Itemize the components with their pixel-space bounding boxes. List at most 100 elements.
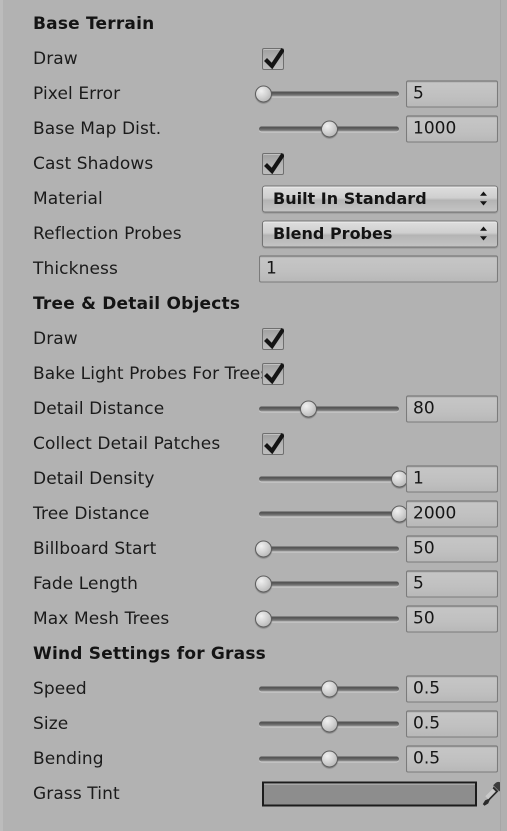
row-bending: Bending 0.5 xyxy=(3,741,503,776)
label-thickness: Thickness xyxy=(33,258,118,279)
value-text: 50 xyxy=(413,608,435,629)
dropdown-value: Built In Standard xyxy=(273,189,427,208)
slider-track[interactable] xyxy=(259,91,399,96)
slider-fade-length[interactable] xyxy=(255,574,399,594)
section-heading-base-terrain: Base Terrain xyxy=(3,6,503,41)
chevron-updown-icon xyxy=(479,191,488,207)
value-text: 5 xyxy=(413,83,424,104)
check-icon xyxy=(264,327,284,349)
label-bending: Bending xyxy=(33,748,104,769)
label-bake-light-probes-for-trees: Bake Light Probes For Trees xyxy=(33,363,265,384)
slider-size[interactable] xyxy=(259,714,399,734)
row-speed: Speed 0.5 xyxy=(3,671,503,706)
value-text: 5 xyxy=(413,573,424,594)
slider-knob[interactable] xyxy=(321,120,338,137)
slider-track[interactable] xyxy=(259,476,399,481)
chevron-updown-icon xyxy=(479,226,488,242)
slider-base-map-dist[interactable] xyxy=(259,119,399,139)
row-bake-light-probes-for-trees: Bake Light Probes For Trees xyxy=(3,356,503,391)
value-text: 1 xyxy=(266,258,277,279)
label-pixel-error: Pixel Error xyxy=(33,83,121,104)
panel-right-edge xyxy=(500,0,507,831)
value-field-fade-length[interactable]: 5 xyxy=(406,570,498,597)
checkbox-draw[interactable] xyxy=(262,327,284,350)
value-text: 50 xyxy=(413,538,435,559)
row-max-mesh-trees: Max Mesh Trees 50 xyxy=(3,601,503,636)
slider-track[interactable] xyxy=(259,406,399,411)
value-text: 2000 xyxy=(413,503,457,524)
value-field-pixel-error[interactable]: 5 xyxy=(406,80,498,107)
slider-detail-distance[interactable] xyxy=(259,399,399,419)
slider-bending[interactable] xyxy=(259,749,399,769)
dropdown-reflection-probes[interactable]: Blend Probes xyxy=(262,220,498,247)
row-cast-shadows: Cast Shadows xyxy=(3,146,503,181)
slider-pixel-error[interactable] xyxy=(255,84,399,104)
value-field-size[interactable]: 0.5 xyxy=(406,710,498,737)
slider-track[interactable] xyxy=(259,546,399,551)
row-collect-detail-patches: Collect Detail Patches xyxy=(3,426,503,461)
section-heading-tree-detail-objects: Tree & Detail Objects xyxy=(3,286,503,321)
value-text: 0.5 xyxy=(413,713,441,734)
label-grass-tint: Grass Tint xyxy=(33,783,120,804)
slider-tree-distance[interactable] xyxy=(259,504,408,524)
label-detail-distance: Detail Distance xyxy=(33,398,165,419)
label-detail-density: Detail Density xyxy=(33,468,155,489)
value-field-base-map-dist[interactable]: 1000 xyxy=(406,115,498,142)
slider-track[interactable] xyxy=(259,511,399,516)
slider-track[interactable] xyxy=(259,616,399,621)
slider-knob[interactable] xyxy=(321,750,338,767)
dropdown-value: Blend Probes xyxy=(273,224,393,243)
slider-knob[interactable] xyxy=(300,400,317,417)
row-grass-tint: Grass Tint xyxy=(3,776,503,811)
row-billboard-start: Billboard Start 50 xyxy=(3,531,503,566)
slider-max-mesh-trees[interactable] xyxy=(255,609,399,629)
row-draw: Draw xyxy=(3,321,503,356)
slider-detail-density[interactable] xyxy=(259,469,408,489)
color-swatch-grass-tint[interactable] xyxy=(262,781,477,806)
label-material: Material xyxy=(33,188,103,209)
label-collect-detail-patches: Collect Detail Patches xyxy=(33,433,221,454)
slider-knob[interactable] xyxy=(255,85,273,102)
section-heading-wind-settings-for-grass: Wind Settings for Grass xyxy=(3,636,503,671)
value-field-tree-distance[interactable]: 2000 xyxy=(406,500,498,527)
slider-knob[interactable] xyxy=(255,540,273,557)
value-text: 0.5 xyxy=(413,678,441,699)
slider-billboard-start[interactable] xyxy=(255,539,399,559)
slider-track[interactable] xyxy=(259,581,399,586)
label-fade-length: Fade Length xyxy=(33,573,139,594)
value-field-max-mesh-trees[interactable]: 50 xyxy=(406,605,498,632)
label-billboard-start: Billboard Start xyxy=(33,538,157,559)
label-max-mesh-trees: Max Mesh Trees xyxy=(33,608,170,629)
row-detail-distance: Detail Distance 80 xyxy=(3,391,503,426)
slider-knob[interactable] xyxy=(255,610,273,627)
row-material: Material Built In Standard xyxy=(3,181,503,216)
checkbox-collect-detail-patches[interactable] xyxy=(262,432,284,455)
value-field-detail-distance[interactable]: 80 xyxy=(406,395,498,422)
color-swatch-fill xyxy=(264,783,475,804)
section-heading-label: Wind Settings for Grass xyxy=(33,643,266,664)
slider-knob[interactable] xyxy=(255,575,273,592)
value-text: 0.5 xyxy=(413,748,441,769)
dropdown-material[interactable]: Built In Standard xyxy=(262,185,498,212)
label-base-map-dist: Base Map Dist. xyxy=(33,118,162,139)
value-field-bending[interactable]: 0.5 xyxy=(406,745,498,772)
row-detail-density: Detail Density 1 xyxy=(3,461,503,496)
checkbox-bake-light-probes-for-trees[interactable] xyxy=(262,362,284,385)
value-field-thickness[interactable]: 1 xyxy=(259,255,498,282)
checkbox-cast-shadows[interactable] xyxy=(262,152,284,175)
row-draw: Draw xyxy=(3,41,503,76)
slider-speed[interactable] xyxy=(259,679,399,699)
checkbox-draw[interactable] xyxy=(262,47,284,70)
section-heading-label: Base Terrain xyxy=(33,13,155,34)
value-field-detail-density[interactable]: 1 xyxy=(406,465,498,492)
row-pixel-error: Pixel Error 5 xyxy=(3,76,503,111)
label-speed: Speed xyxy=(33,678,87,699)
slider-knob[interactable] xyxy=(321,715,338,732)
value-text: 80 xyxy=(413,398,435,419)
check-icon xyxy=(264,362,284,384)
value-field-billboard-start[interactable]: 50 xyxy=(406,535,498,562)
value-field-speed[interactable]: 0.5 xyxy=(406,675,498,702)
updown-arrows-icon xyxy=(480,191,487,206)
check-icon xyxy=(264,152,284,174)
slider-knob[interactable] xyxy=(321,680,338,697)
